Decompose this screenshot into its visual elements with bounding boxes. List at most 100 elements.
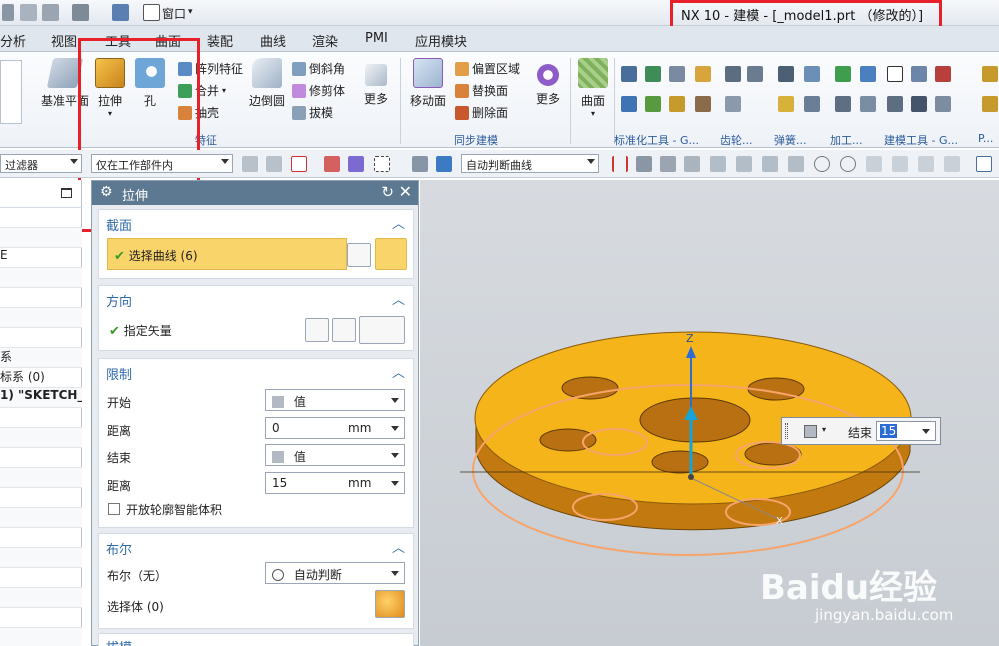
spring-tool-icon-2[interactable] — [804, 66, 820, 82]
std-tool-icon-8[interactable] — [695, 96, 711, 112]
boolean-group-title[interactable]: 布尔 — [106, 539, 132, 558]
surface-button[interactable]: 曲面 ▾ — [576, 58, 610, 118]
navigator-row[interactable] — [0, 428, 82, 448]
more-features-button[interactable]: 更多 — [360, 58, 392, 107]
trim-body-button[interactable]: 修剪体 — [292, 82, 345, 99]
chamfer-button[interactable]: 倒斜角 — [292, 60, 345, 77]
curve-rule-combo[interactable]: 自动判断曲线 — [461, 154, 599, 173]
window-icon[interactable] — [143, 4, 160, 21]
open-profile-checkbox[interactable] — [108, 503, 120, 515]
direction-group-title[interactable]: 方向 — [106, 291, 132, 310]
navigator-row[interactable] — [0, 228, 82, 248]
machining-tool-icon-4[interactable] — [860, 96, 876, 112]
snap-icon-8[interactable] — [788, 156, 804, 172]
navigator-row[interactable]: 标系 (0) — [0, 368, 82, 388]
gear-tool-icon-1[interactable] — [725, 66, 741, 82]
spring-tool-icon-3[interactable] — [778, 96, 794, 112]
std-tool-icon-3[interactable] — [669, 66, 685, 82]
navigator-row[interactable] — [0, 308, 82, 328]
select-body-icon[interactable] — [375, 590, 405, 618]
navigator-row[interactable] — [0, 468, 82, 488]
collapse-icon[interactable]: ︿ — [392, 537, 405, 556]
delete-face-button[interactable]: 删除面 — [455, 104, 508, 121]
modeling-tool-icon-3[interactable] — [935, 66, 951, 82]
machining-tool-icon-3[interactable] — [835, 96, 851, 112]
gear-tool-icon-3[interactable] — [725, 96, 741, 112]
spring-tool-icon-1[interactable] — [778, 66, 794, 82]
snap-icon-10[interactable] — [918, 156, 934, 172]
curve-icon[interactable] — [375, 238, 407, 270]
undo-icon[interactable] — [2, 4, 14, 21]
menu-tab-view[interactable]: 视图 — [51, 31, 77, 50]
menu-tab-pmi[interactable]: PMI — [365, 31, 388, 46]
machining-tool-icon-1[interactable] — [835, 66, 851, 82]
filter-combo[interactable]: 过滤器 — [0, 154, 82, 173]
selection-icon-2[interactable] — [266, 156, 282, 172]
popup-end-input[interactable]: 15 — [876, 421, 936, 441]
menu-tab-assembly[interactable]: 装配 — [207, 31, 233, 50]
snap-center-icon[interactable] — [840, 156, 856, 172]
modeling-tool-icon-1[interactable] — [887, 66, 903, 82]
drag-grip-icon[interactable] — [785, 423, 788, 439]
select-curve-row[interactable]: ✔ 选择曲线 (6) — [107, 238, 347, 270]
end-distance-input[interactable]: 15 mm — [265, 472, 405, 494]
gear-icon[interactable]: ⚙ — [100, 184, 113, 200]
collapse-icon[interactable]: ︿ — [392, 637, 405, 646]
snap-icon-6[interactable] — [736, 156, 752, 172]
extra-tool-icon-1[interactable] — [982, 66, 998, 82]
navigator-row[interactable]: 1) "SKETCH_... — [0, 388, 82, 408]
collapse-icon[interactable]: ︿ — [392, 289, 405, 308]
window-menu[interactable]: 窗口 — [162, 5, 186, 22]
navigator-row[interactable] — [0, 508, 82, 528]
snap-icon-4[interactable] — [684, 156, 700, 172]
chevron-down-icon[interactable]: ▾ — [188, 7, 193, 17]
close-icon[interactable]: ✕ — [399, 182, 412, 201]
navigator-row[interactable]: E — [0, 248, 82, 268]
menu-tab-analysis[interactable]: 分析 — [0, 31, 26, 50]
replace-face-button[interactable]: 替换面 — [455, 82, 508, 99]
navigator-row[interactable] — [0, 548, 82, 568]
snap-icon-5[interactable] — [710, 156, 726, 172]
surface-dropdown-icon[interactable]: ▾ — [576, 109, 610, 118]
navigator-row[interactable] — [0, 488, 82, 508]
sketch-section-icon[interactable] — [347, 243, 371, 267]
vector-dialog-icon[interactable] — [332, 318, 356, 342]
modeling-tool-icon-5[interactable] — [911, 96, 927, 112]
limits-group-title[interactable]: 限制 — [106, 364, 132, 383]
navigator-row[interactable] — [0, 568, 82, 588]
more-sync-button[interactable]: 更多 — [532, 58, 564, 107]
snap-icon-3[interactable] — [660, 156, 676, 172]
copy-icon[interactable] — [20, 4, 37, 21]
spring-tool-icon-4[interactable] — [804, 96, 820, 112]
maximize-icon[interactable] — [61, 188, 72, 198]
snap-circle-icon[interactable] — [814, 156, 830, 172]
section-group-title[interactable]: 截面 — [106, 215, 132, 234]
start-type-dropdown[interactable]: 值 — [265, 389, 405, 411]
navigator-row[interactable] — [0, 328, 82, 348]
selection-icon-4[interactable] — [348, 156, 364, 172]
std-tool-icon-2[interactable] — [645, 66, 661, 82]
selection-icon-3[interactable] — [324, 156, 340, 172]
collapse-icon[interactable]: ︿ — [392, 362, 405, 381]
start-distance-input[interactable]: 0 mm — [265, 417, 405, 439]
chevron-down-icon[interactable]: ▾ — [822, 425, 826, 434]
navigator-row[interactable] — [0, 448, 82, 468]
snap-icon-7[interactable] — [762, 156, 778, 172]
selection-icon-6[interactable] — [436, 156, 452, 172]
menu-tab-render[interactable]: 渲染 — [312, 31, 338, 50]
navigator-row[interactable] — [0, 528, 82, 548]
move-face-button[interactable]: 移动面 — [408, 58, 448, 109]
menu-tab-applications[interactable]: 应用模块 — [415, 31, 467, 50]
std-tool-icon-7[interactable] — [669, 96, 685, 112]
modeling-tool-icon-4[interactable] — [887, 96, 903, 112]
std-tool-icon-4[interactable] — [695, 66, 711, 82]
std-tool-icon-5[interactable] — [621, 96, 637, 112]
boolean-dropdown[interactable]: 自动判断 — [265, 562, 405, 584]
extra-tool-icon-2[interactable] — [982, 96, 998, 112]
navigator-row[interactable]: 系 — [0, 348, 82, 368]
ribbon-left-stub[interactable] — [0, 60, 22, 124]
menu-tab-curve[interactable]: 曲线 — [260, 31, 286, 50]
snap-icon-2[interactable] — [636, 156, 652, 172]
reverse-direction-icon[interactable] — [305, 318, 329, 342]
scope-combo[interactable]: 仅在工作部件内 — [91, 154, 233, 173]
